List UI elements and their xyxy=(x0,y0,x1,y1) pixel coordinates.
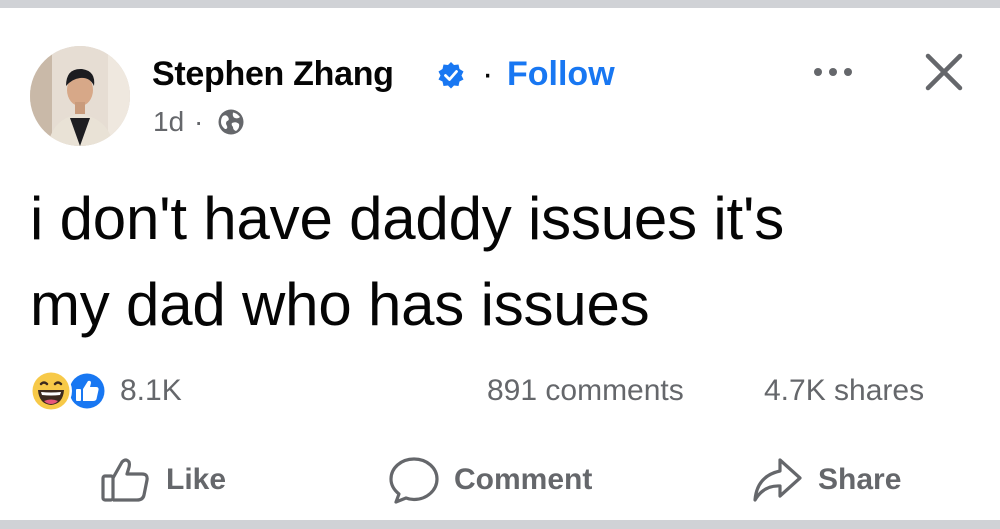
share-arrow-icon xyxy=(752,456,804,504)
close-icon[interactable] xyxy=(920,48,968,96)
verified-badge-icon xyxy=(437,61,465,89)
profile-photo xyxy=(30,46,130,146)
like-label: Like xyxy=(166,463,227,496)
header-separator: · xyxy=(482,55,494,93)
shares-count[interactable]: 4.7K shares xyxy=(764,373,924,409)
comments-count[interactable]: 891 comments xyxy=(487,373,684,409)
share-button[interactable]: Share xyxy=(752,456,901,504)
globe-icon xyxy=(217,108,245,136)
post-text: i don't have daddy issues it's my dad wh… xyxy=(30,185,785,338)
share-label: Share xyxy=(818,463,902,496)
avatar[interactable] xyxy=(30,46,130,146)
meta-separator: · xyxy=(194,106,204,137)
comment-bubble-icon xyxy=(388,456,440,504)
reaction-icons[interactable] xyxy=(28,368,112,414)
like-button[interactable]: Like xyxy=(100,456,226,504)
post-timestamp[interactable]: 1d xyxy=(153,105,184,139)
post-card: Stephen Zhang · Follow 1d · i don't have… xyxy=(0,8,1000,520)
like-reaction-icon xyxy=(67,371,107,411)
author-name[interactable]: Stephen Zhang xyxy=(152,54,394,94)
thumbs-up-icon xyxy=(100,456,152,504)
more-options-icon[interactable] xyxy=(810,60,856,84)
comment-label: Comment xyxy=(454,463,593,496)
follow-button[interactable]: Follow xyxy=(507,54,615,94)
haha-reaction-icon xyxy=(30,370,72,412)
reaction-count[interactable]: 8.1K xyxy=(120,373,182,409)
comment-button[interactable]: Comment xyxy=(388,456,592,504)
